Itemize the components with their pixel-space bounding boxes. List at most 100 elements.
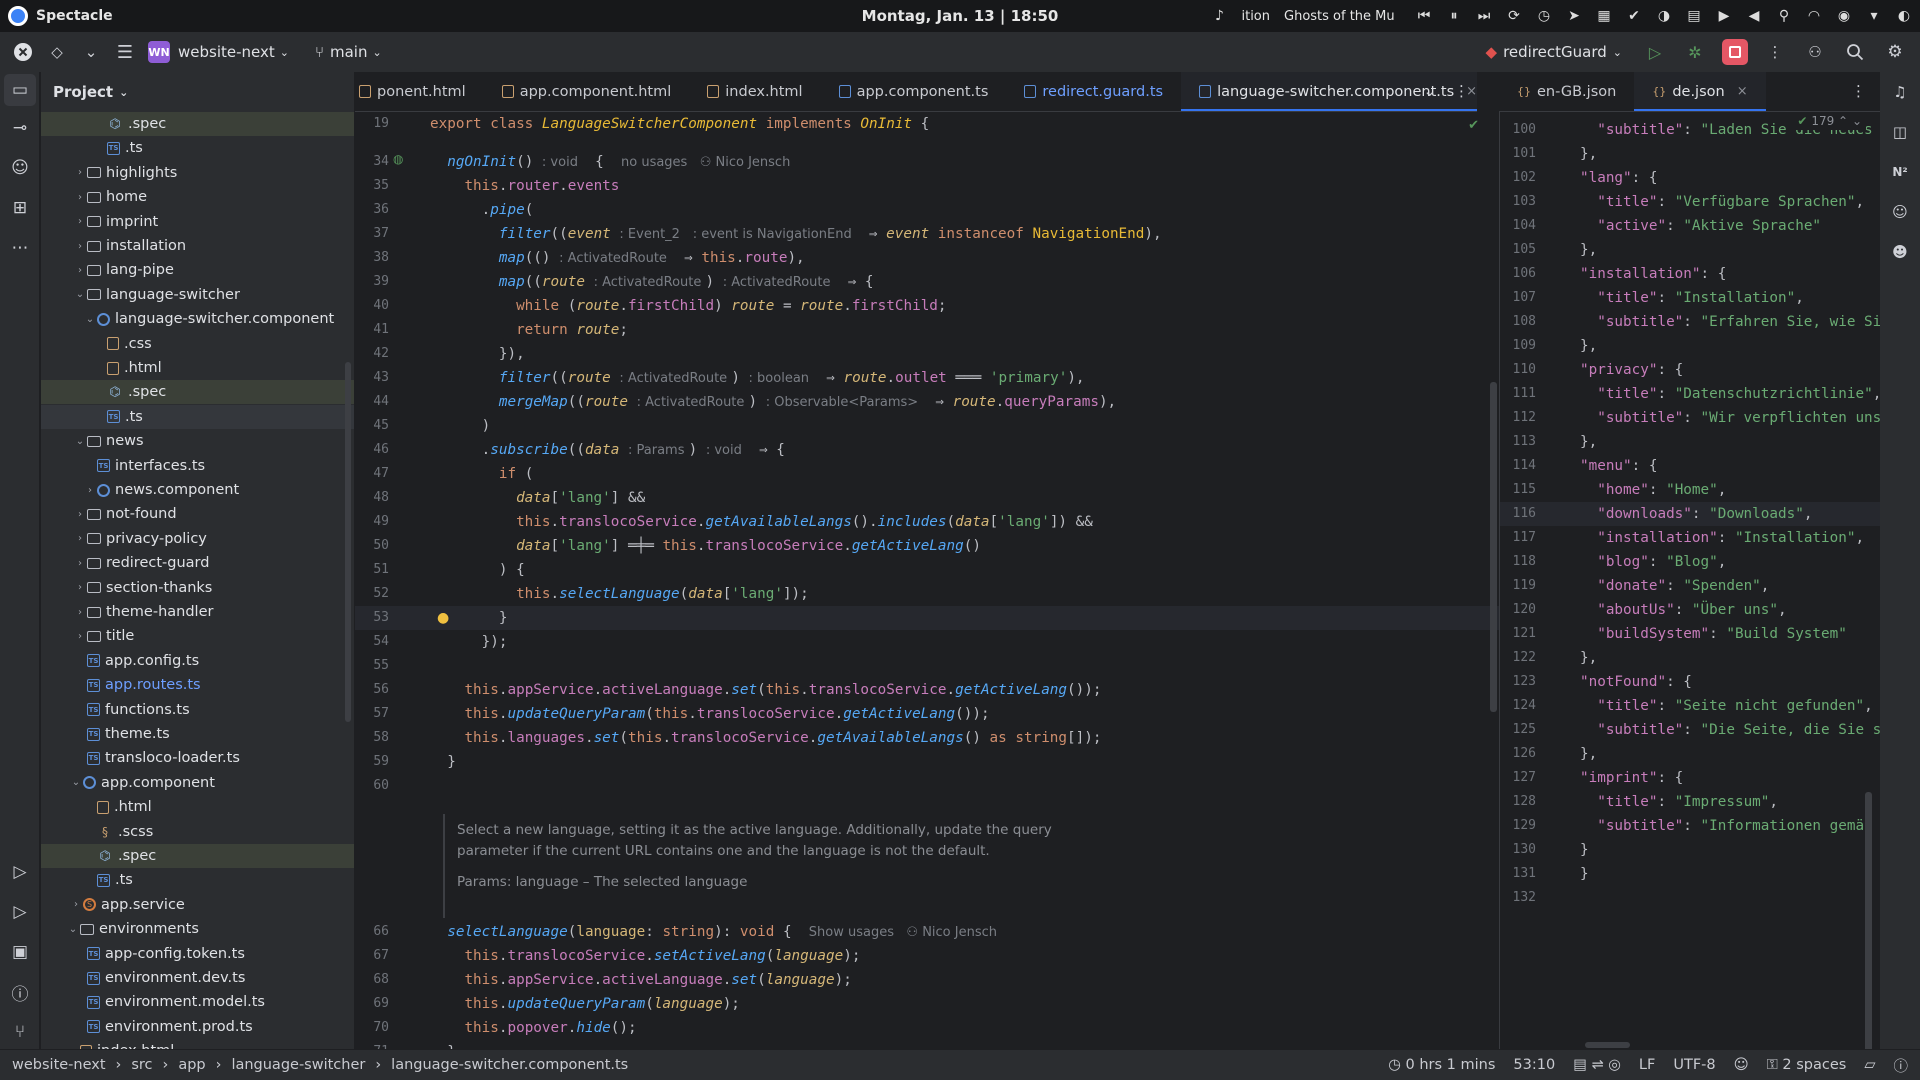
code-line[interactable]: 43 filter((route : ActivatedRoute ) : bo… [355,366,1499,390]
code-line[interactable]: 56 this.appService.activeLanguage.set(th… [355,678,1499,702]
window-menu-button[interactable]: ⌄ [74,37,108,67]
breadcrumb-item[interactable]: app [178,1057,205,1073]
json-tab[interactable]: {} en-GB.json [1499,72,1634,111]
project-panel-header[interactable]: Project ⌄ [41,72,354,112]
code-line[interactable]: 45 ) [355,414,1499,438]
tree-item[interactable]: TS interfaces.ts [41,454,354,478]
next-track-icon[interactable]: ⏭ [1476,8,1492,24]
tree-item[interactable]: › privacy-policy [41,527,354,551]
project-switcher[interactable]: WN website-next ⌄ [148,41,289,63]
json-line[interactable]: 113}, [1500,430,1880,454]
file-encoding[interactable]: UTF-8 [1673,1057,1715,1073]
json-line[interactable]: 120 "aboutUs": "Über uns", [1500,598,1880,622]
tree-item[interactable]: ⌬ .spec [41,112,354,136]
tree-item[interactable]: › title [41,624,354,648]
code-line[interactable]: 71 } [355,1040,1499,1049]
wifi-icon[interactable]: ◠ [1806,8,1822,24]
clipboard-icon[interactable]: ▤ [1686,8,1702,24]
code-line[interactable]: 50 data['lang'] ═╪═ this.translocoServic… [355,534,1499,558]
more-vertical-icon[interactable]: ⋮ [1851,82,1866,100]
json-line[interactable]: 117 "installation": "Installation", [1500,526,1880,550]
json-line[interactable]: 124 "title": "Seite nicht gefunden", [1500,694,1880,718]
json-line[interactable]: 108 "subtitle": "Erfahren Sie, wie Si [1500,310,1880,334]
tree-item[interactable]: › home [41,185,354,209]
caret-position[interactable]: 53:10 [1513,1057,1555,1073]
problems-tool-button[interactable]: ⓘ [0,972,40,1012]
tree-item[interactable]: › not-found [41,502,354,526]
chevron-right-icon[interactable]: › [73,192,87,203]
editor-scrollbar[interactable] [1490,382,1497,712]
tree-item[interactable]: .html [41,356,354,380]
json-line[interactable]: 130} [1500,838,1880,862]
tree-item[interactable]: › redirect-guard [41,551,354,575]
json-scrollbar[interactable] [1865,792,1872,1049]
readonly-icon[interactable]: ▱ [1864,1057,1875,1073]
code-line[interactable]: 38 map(() : ActivatedRoute ⇒ this.route)… [355,246,1499,270]
notifications-button[interactable]: ♫ [1880,72,1920,112]
chevron-down-icon[interactable]: ⌄ [73,289,87,300]
run-config-selector[interactable]: ◆ redirectGuard ⌄ [1486,43,1622,61]
debug-button[interactable]: ✲ [1678,37,1712,67]
chevron-right-icon[interactable]: › [73,631,87,642]
chevron-right-icon[interactable]: › [73,582,87,593]
code-line[interactable]: 34 ngOnInit() : void { no usages ⚇ Nico … [355,150,1499,174]
tree-item[interactable]: ⌄ language-switcher [41,283,354,307]
app-launcher[interactable]: Spectacle [0,6,113,26]
json-line[interactable]: 115 "home": "Home", [1500,478,1880,502]
chevron-right-icon[interactable]: › [73,216,87,227]
settings-button[interactable]: ⚙ [1878,37,1912,67]
tree-item[interactable]: index.html [41,1039,354,1049]
check-icon[interactable]: ✔ [1626,8,1642,24]
chevron-right-icon[interactable]: › [73,265,87,276]
status-widgets-icon[interactable]: ▤ ⇌ ◎ [1573,1057,1621,1073]
breadcrumb-item[interactable]: website-next [12,1057,106,1073]
project-tool-button[interactable]: ▭ [4,74,36,106]
json-line[interactable]: 122}, [1500,646,1880,670]
json-line[interactable]: 112 "subtitle": "Wir verpflichten uns [1500,406,1880,430]
code-line[interactable]: 60 [355,774,1499,798]
breadcrumb-item[interactable]: language-switcher [231,1057,365,1073]
tree-item[interactable]: .html [41,795,354,819]
code-line[interactable]: 70 this.popover.hide(); [355,1016,1499,1040]
chevron-down-icon[interactable]: ⌄ [69,777,83,788]
copilot-tool-button[interactable]: ☺ [0,148,40,188]
media-title[interactable]: Ghosts of the Mu [1284,9,1402,24]
telegram-icon[interactable]: ➤ [1566,8,1582,24]
code-line[interactable]: 47 if ( [355,462,1499,486]
indent-setting[interactable]: ⚿ 2 spaces [1767,1057,1847,1073]
more-actions-button[interactable]: ⋮ [1758,37,1792,67]
tree-item[interactable]: TS app.routes.ts [41,673,354,697]
json-line[interactable]: 118 "blog": "Blog", [1500,550,1880,574]
json-line[interactable]: 119 "donate": "Spenden", [1500,574,1880,598]
chevron-down-icon[interactable]: ⌄ [66,924,80,935]
json-editor[interactable]: 100 "subtitle": "Laden Sie die neues 101}… [1499,112,1880,1049]
chevron-right-icon[interactable]: › [83,485,97,496]
tree-item[interactable]: TS .ts [41,404,354,429]
location-icon[interactable]: ⚲ [1776,8,1792,24]
tree-scrollbar[interactable] [345,362,351,722]
code-line[interactable]: 48 data['lang'] && [355,486,1499,510]
json-line[interactable]: 105}, [1500,238,1880,262]
close-window-button[interactable] [6,37,40,67]
json-line[interactable]: 107 "title": "Installation", [1500,286,1880,310]
code-line[interactable]: 52 this.selectLanguage(data['lang']); [355,582,1499,606]
code-line[interactable]: 35 this.router.events [355,174,1499,198]
tree-item[interactable]: TS .ts [41,136,354,160]
tree-item[interactable]: .css [41,332,354,356]
add-user-button[interactable]: ⚇ [1798,37,1832,67]
tab-list-icon[interactable]: ⌄ [1423,82,1436,100]
tree-item[interactable]: TS environment.dev.ts [41,966,354,990]
tree-item[interactable]: TS environment.prod.ts [41,1015,354,1039]
inspection-ok-icon[interactable]: ✔ [1468,118,1479,133]
json-line[interactable]: 106 "installation": { [1500,262,1880,286]
branch-switcher[interactable]: ⑂ main ⌄ [315,43,382,61]
chevron-right-icon[interactable]: › [73,167,87,178]
code-line[interactable]: 46 .subscribe((data : Params ) : void ⇒ … [355,438,1499,462]
json-line[interactable]: 127 "imprint": { [1500,766,1880,790]
code-line[interactable]: 57 this.updateQueryParam(this.translocoS… [355,702,1499,726]
json-line[interactable]: 123 "notFound": { [1500,670,1880,694]
editor-tab[interactable]: redirect.guard.ts [1006,72,1181,111]
code-line[interactable]: 42 }), [355,342,1499,366]
chevron-right-icon[interactable]: › [73,558,87,569]
chevron-right-icon[interactable]: › [73,607,87,618]
